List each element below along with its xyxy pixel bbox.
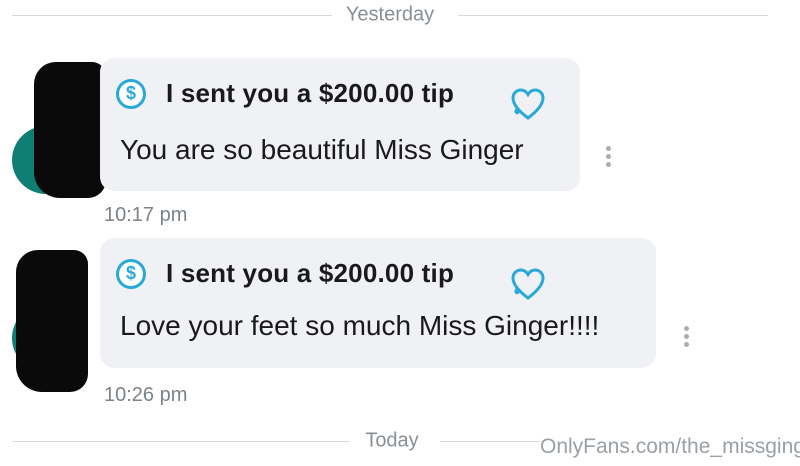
tip-header: $ I sent you a $200.00 tip	[116, 78, 454, 109]
divider-line	[440, 441, 540, 442]
more-options-icon[interactable]	[684, 326, 690, 350]
redaction-mark	[34, 62, 106, 198]
heart-icon[interactable]	[510, 268, 546, 302]
date-label: Yesterday	[333, 3, 447, 27]
watermark: OnlyFans.com/the_missginger	[540, 435, 800, 458]
tip-label: I sent you a $200.00 tip	[166, 258, 455, 288]
date-divider-yesterday: Yesterday	[0, 0, 800, 30]
more-options-icon[interactable]	[606, 146, 612, 170]
tip-message-bubble[interactable]: $ I sent you a $200.00 tip Love your fee…	[100, 238, 656, 368]
message-timestamp: 10:26 pm	[104, 384, 188, 406]
dollar-circle-icon: $	[116, 258, 146, 289]
divider-line	[12, 15, 332, 16]
message-timestamp: 10:17 pm	[104, 204, 188, 226]
message-text: You are so beautiful Miss Ginger	[120, 134, 524, 165]
divider-line	[458, 15, 768, 16]
message-text: Love your feet so much Miss Ginger!!!!	[120, 310, 600, 341]
dollar-circle-icon: $	[116, 78, 146, 109]
redaction-mark	[16, 250, 88, 392]
heart-icon[interactable]	[510, 88, 546, 122]
divider-line	[12, 441, 350, 442]
tip-message-bubble[interactable]: $ I sent you a $200.00 tip You are so be…	[100, 58, 580, 191]
date-label: Today	[353, 429, 431, 453]
tip-header: $ I sent you a $200.00 tip	[116, 258, 454, 289]
tip-label: I sent you a $200.00 tip	[166, 78, 455, 108]
